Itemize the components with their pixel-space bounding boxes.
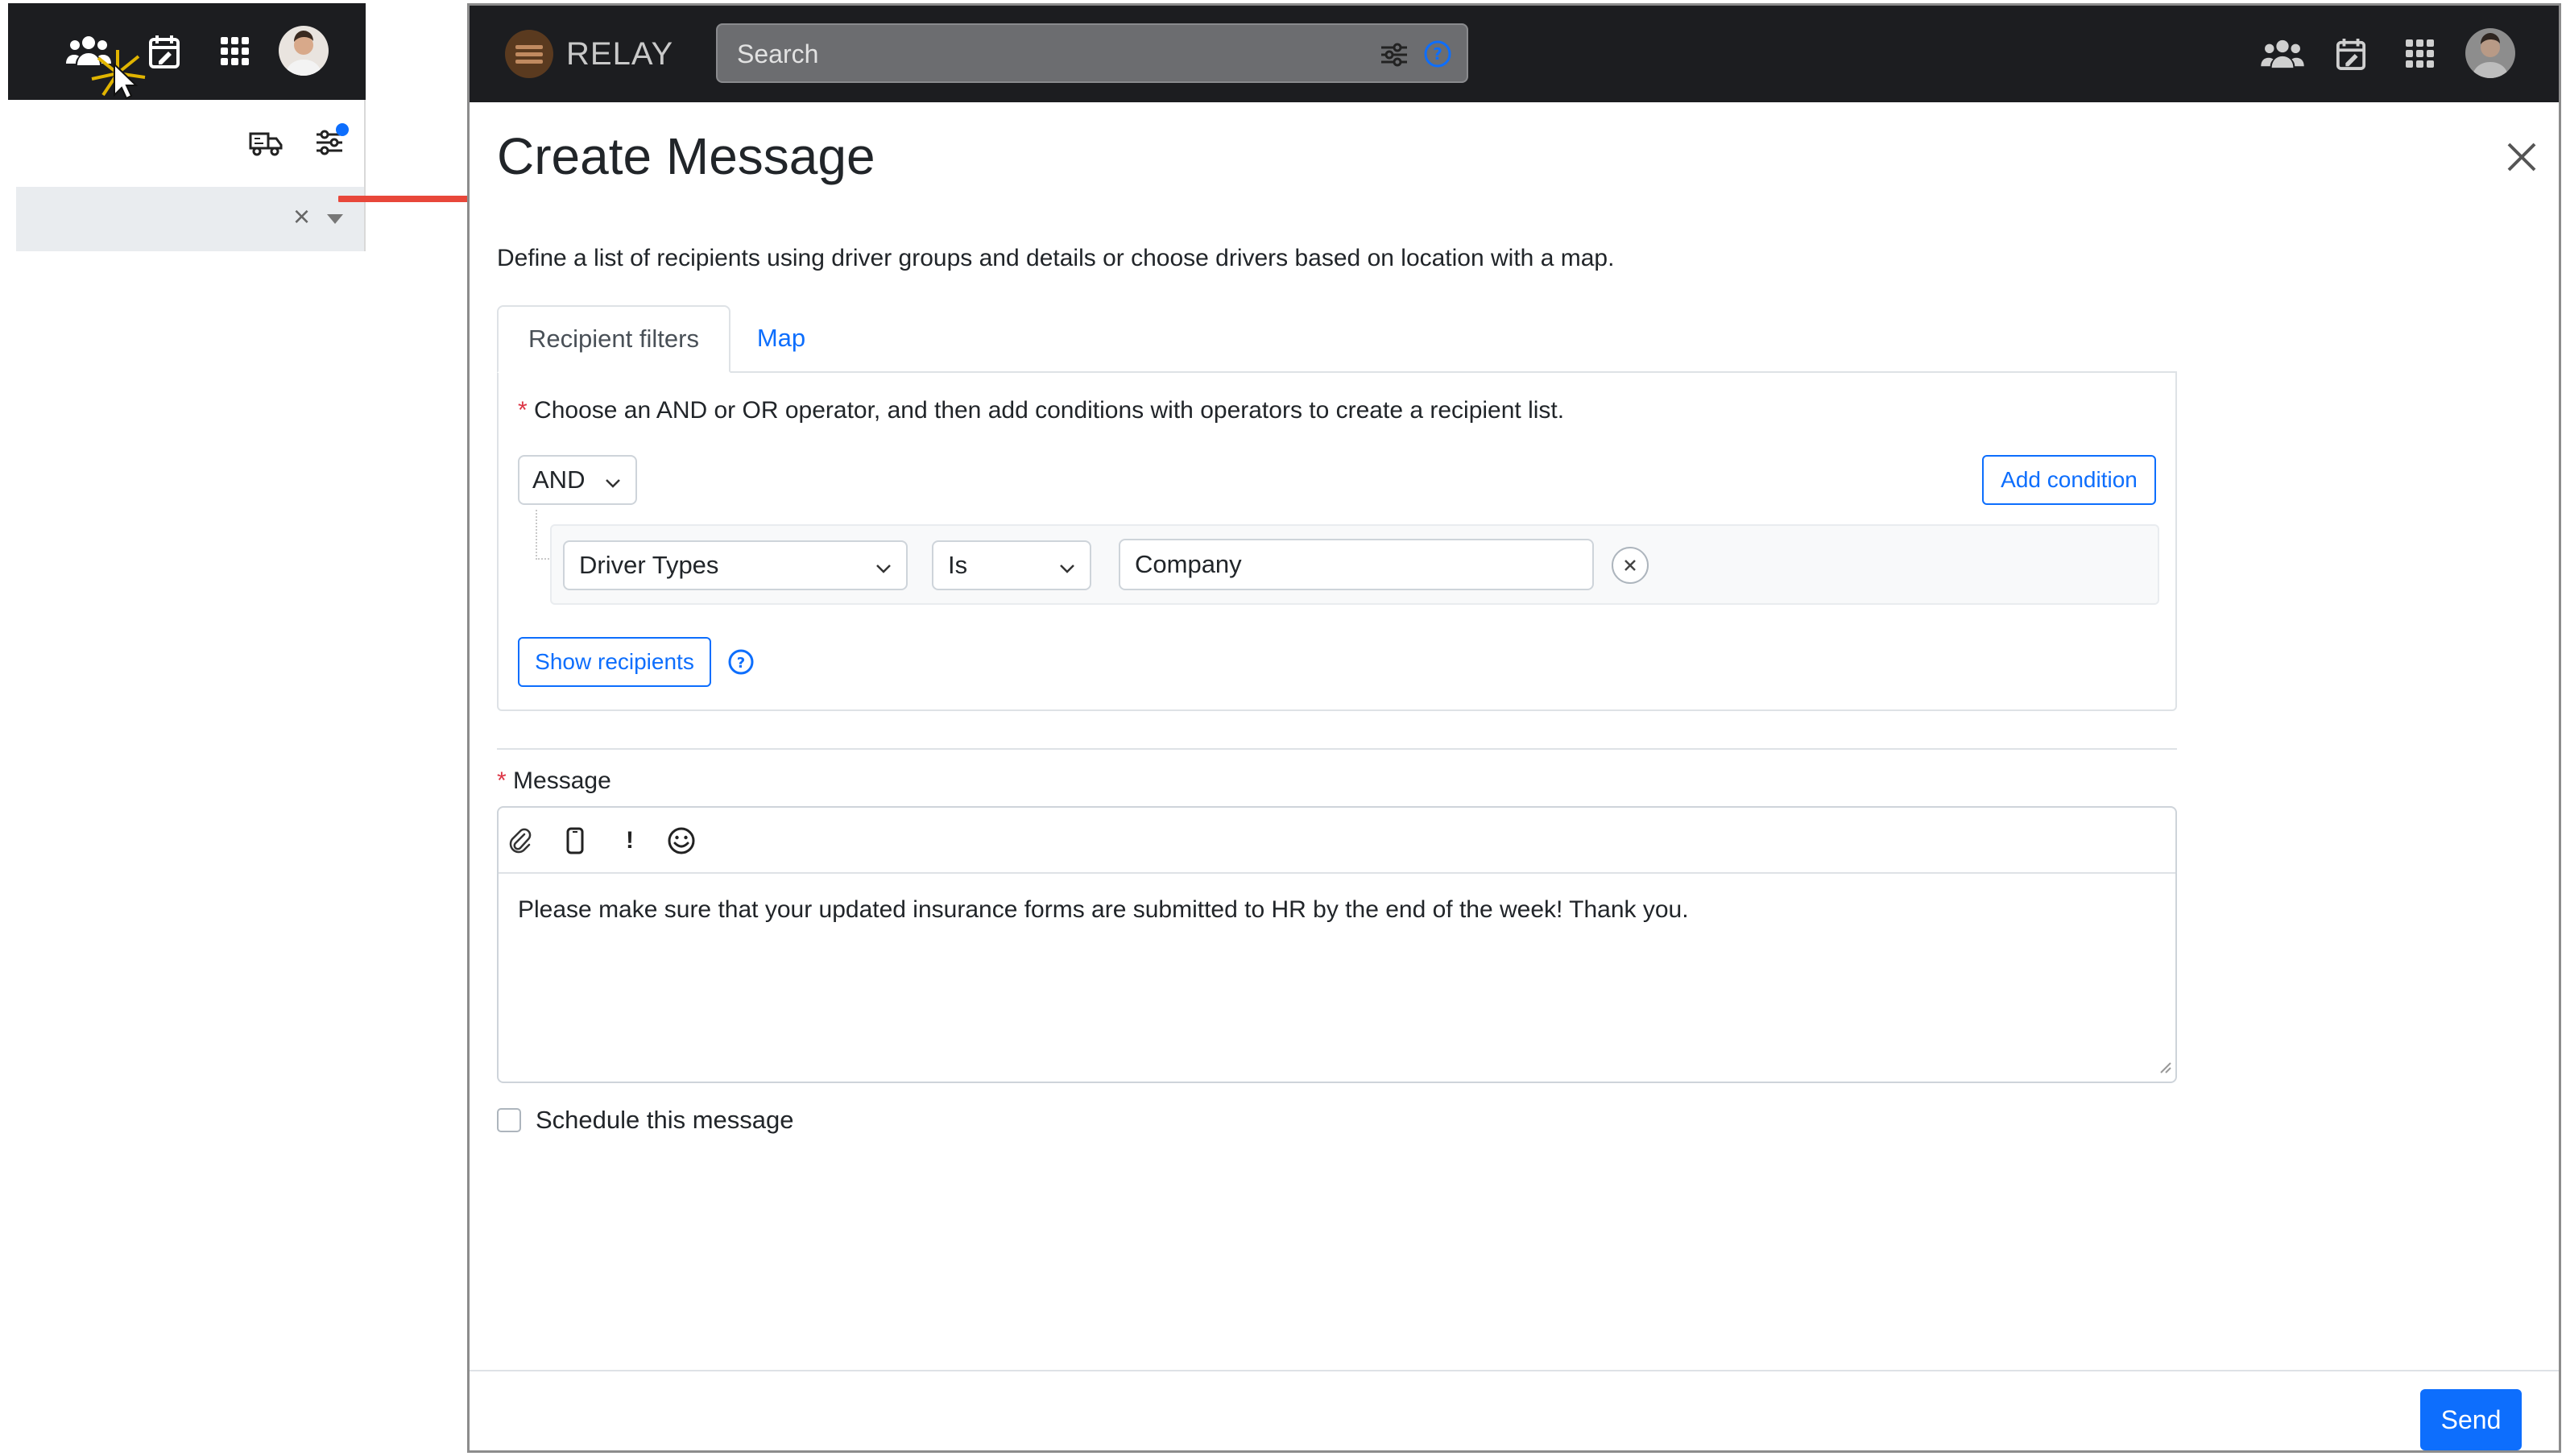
remove-condition-icon[interactable]: [1612, 547, 1649, 584]
click-burst-icon: [85, 45, 150, 101]
resize-handle-icon[interactable]: [2158, 1060, 2172, 1078]
urgent-icon[interactable]: !: [611, 822, 648, 859]
schedule-label[interactable]: Schedule this message: [536, 1106, 794, 1135]
svg-text:?: ?: [737, 655, 745, 672]
search-filter-icon[interactable]: [1380, 41, 1409, 72]
show-recipients-button[interactable]: Show recipients: [518, 637, 711, 687]
chevron-down-icon: [875, 551, 892, 580]
calendar-icon[interactable]: [2333, 30, 2369, 78]
footer-divider: [470, 1370, 2559, 1371]
search-box: ?: [716, 23, 1468, 83]
message-editor: ! Please make sure that your updated ins…: [497, 806, 2177, 1083]
required-marker: *: [518, 397, 528, 424]
inset-select-bar[interactable]: ×: [16, 187, 366, 251]
section-divider: [497, 748, 2177, 750]
required-marker: *: [497, 767, 507, 794]
editor-toolbar: !: [499, 808, 2175, 874]
condition-value-input[interactable]: [1119, 539, 1594, 590]
help-icon[interactable]: ?: [727, 648, 755, 676]
schedule-checkbox[interactable]: [497, 1108, 521, 1132]
avatar[interactable]: [279, 26, 329, 76]
phone-icon[interactable]: [557, 822, 594, 859]
tree-connector: [536, 510, 552, 560]
message-textarea[interactable]: Please make sure that your updated insur…: [518, 896, 1689, 924]
zoom-inset: ×: [0, 0, 511, 282]
condition-row: Driver Types Is: [550, 524, 2159, 605]
calendar-icon[interactable]: [147, 32, 182, 71]
inset-toolbar: [14, 100, 366, 187]
brand-name: RELAY: [566, 36, 674, 72]
filter-sliders-icon[interactable]: [312, 122, 350, 159]
dialog-description: Define a list of recipients using driver…: [497, 245, 1615, 271]
field-select[interactable]: Driver Types: [563, 540, 908, 590]
recipient-filters-panel: * Choose an AND or OR operator, and then…: [497, 371, 2177, 711]
apps-grid-icon[interactable]: [219, 35, 251, 68]
chevron-down-icon: [1059, 551, 1075, 580]
clear-icon[interactable]: ×: [293, 200, 310, 234]
comparator-select[interactable]: Is: [932, 540, 1091, 590]
svg-text:?: ?: [1433, 44, 1442, 64]
apps-grid-icon[interactable]: [2404, 30, 2436, 78]
field-value: Driver Types: [579, 551, 719, 579]
schedule-option: Schedule this message: [497, 1106, 794, 1135]
relay-logo-icon[interactable]: [505, 30, 553, 78]
search-input[interactable]: [737, 36, 1349, 72]
add-condition-button[interactable]: Add condition: [1982, 455, 2156, 505]
search-help-icon[interactable]: ?: [1423, 39, 1452, 72]
operator-value: AND: [532, 465, 586, 494]
inset-navbar: [8, 3, 366, 100]
emoji-icon[interactable]: [663, 822, 700, 859]
filter-instructions-text: Choose an AND or OR operator, and then a…: [534, 397, 1565, 424]
users-icon[interactable]: [2259, 30, 2306, 78]
send-button[interactable]: Send: [2420, 1389, 2522, 1450]
operator-select[interactable]: AND: [518, 455, 637, 505]
comparator-value: Is: [948, 551, 968, 579]
close-icon[interactable]: [2502, 138, 2541, 176]
message-label-text: Message: [513, 767, 611, 794]
top-navbar: RELAY ?: [470, 6, 2559, 102]
tab-map[interactable]: Map: [730, 305, 832, 371]
filter-instructions: * Choose an AND or OR operator, and then…: [518, 397, 1564, 424]
message-label: * Message: [497, 767, 611, 795]
avatar[interactable]: [2465, 28, 2515, 78]
truck-icon[interactable]: [248, 127, 284, 159]
app-window: RELAY ? Create Message Define a list of …: [467, 3, 2561, 1453]
chevron-down-icon: [605, 465, 621, 494]
dialog-title: Create Message: [497, 127, 875, 185]
attachment-icon[interactable]: [502, 822, 539, 859]
tab-recipient-filters[interactable]: Recipient filters: [497, 305, 730, 373]
